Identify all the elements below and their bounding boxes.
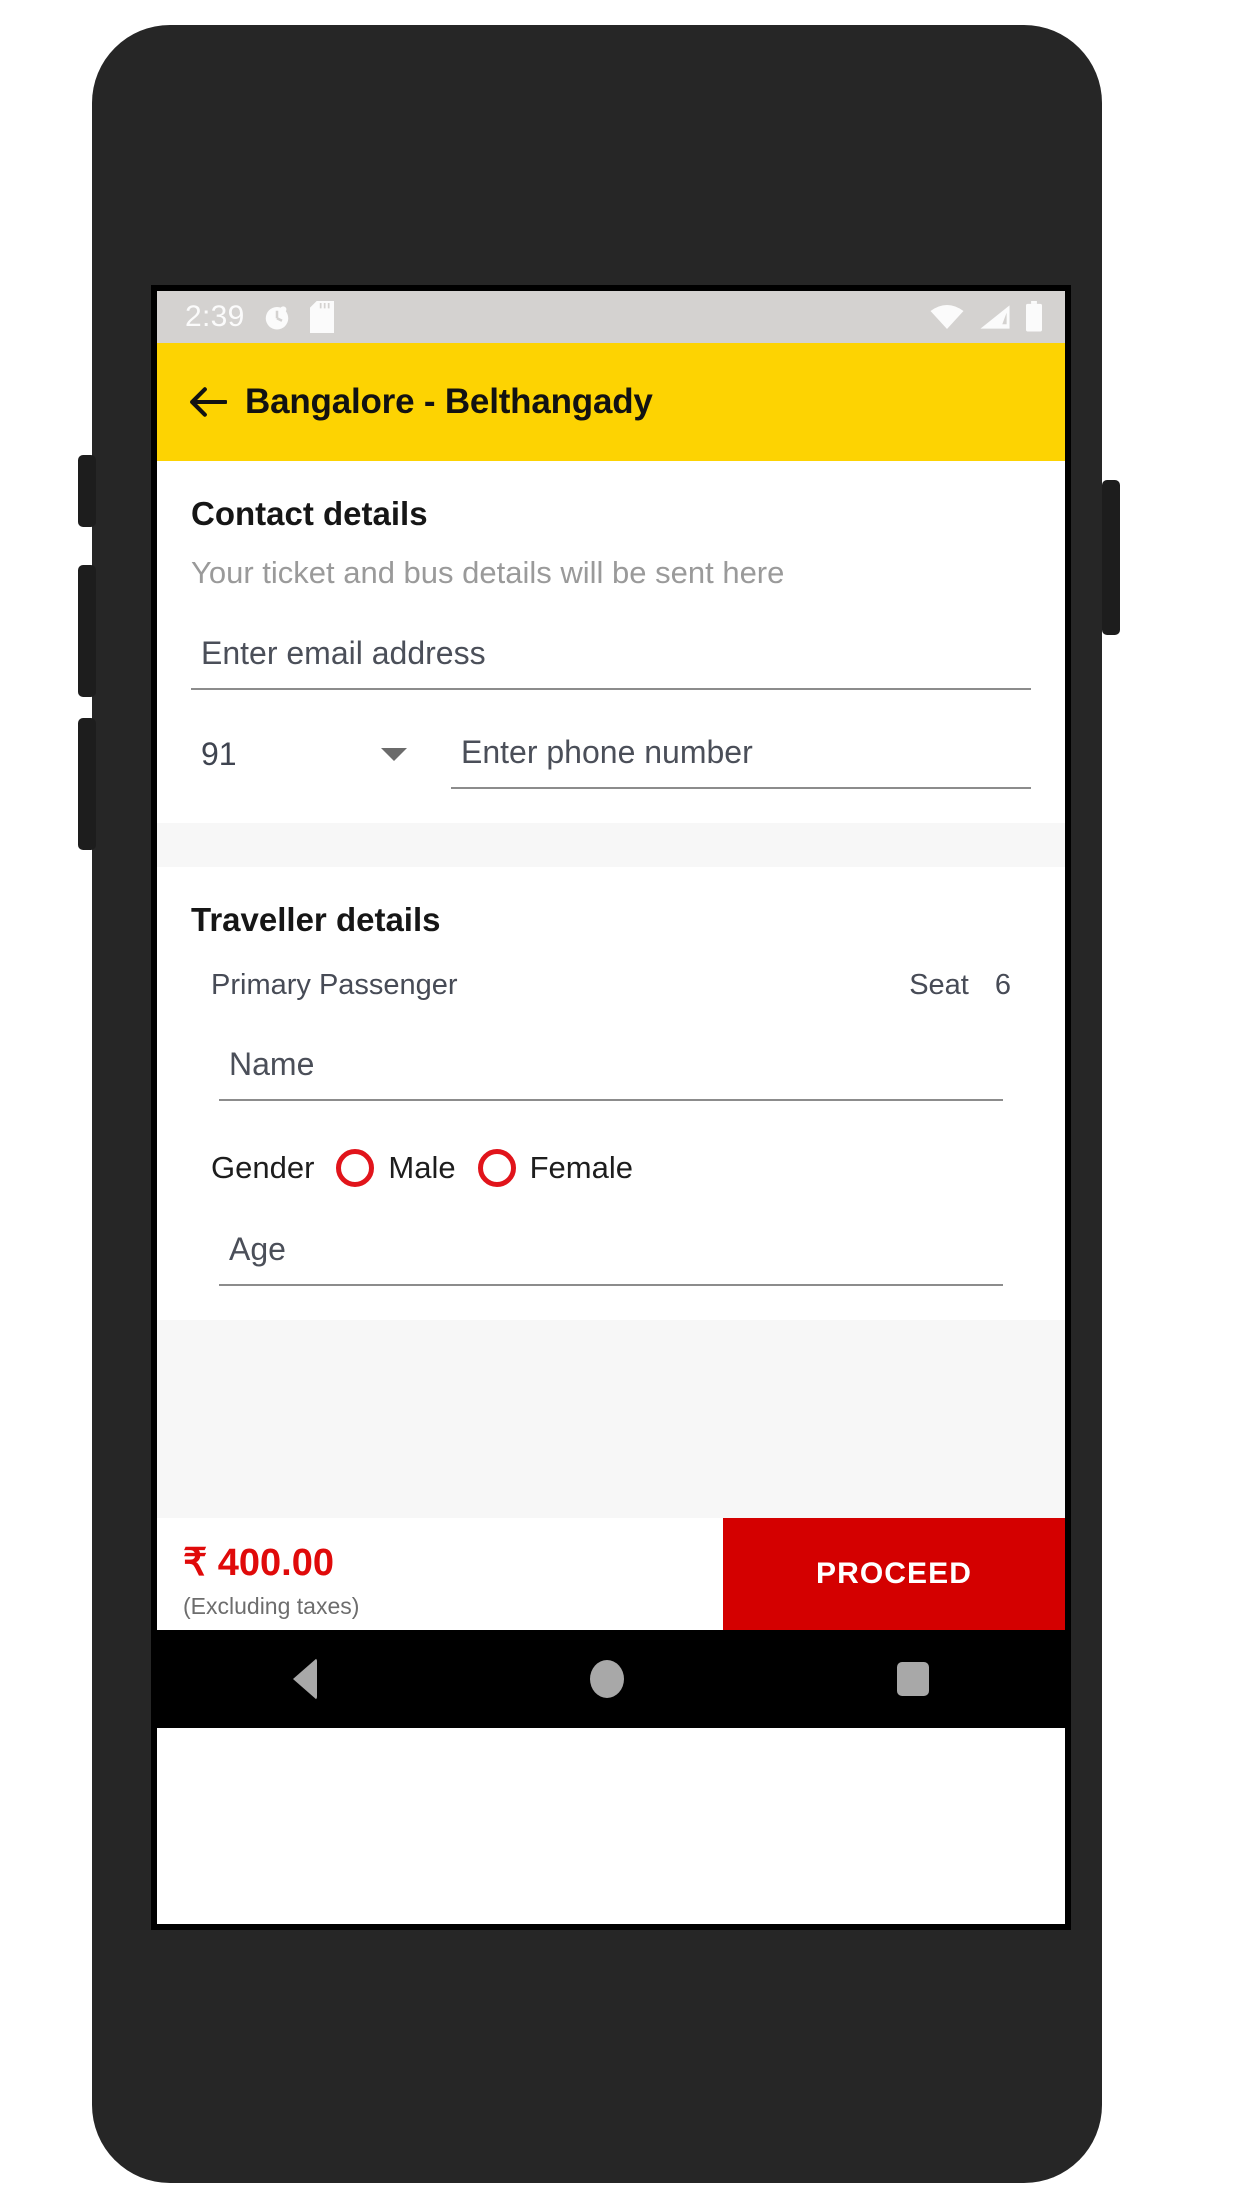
- form-content: Contact details Your ticket and bus deta…: [157, 461, 1065, 1518]
- signal-icon: [979, 303, 1011, 331]
- status-bar: 2:39: [157, 291, 1065, 343]
- battery-icon: [1025, 301, 1043, 333]
- total-price: ₹ 400.00: [183, 1542, 334, 1584]
- contact-details-card: Contact details Your ticket and bus deta…: [157, 461, 1065, 823]
- proceed-button[interactable]: PROCEED: [723, 1518, 1065, 1630]
- seat-label: Seat: [909, 969, 969, 1001]
- sd-card-icon: [309, 301, 335, 333]
- phone-number-field[interactable]: Enter phone number: [451, 734, 1031, 789]
- gender-radio-male[interactable]: [336, 1149, 375, 1187]
- screenshot-root: 2:39 Bangalore - Belthangady Contact det…: [0, 0, 1242, 2208]
- recents-nav-icon[interactable]: [896, 1662, 929, 1696]
- email-field[interactable]: Enter email address: [191, 635, 1031, 690]
- gender-option-female-label[interactable]: Female: [530, 1150, 633, 1186]
- content-spacer: [157, 1320, 1065, 1518]
- bottom-action-bar: ₹ 400.00 (Excluding taxes) PROCEED: [157, 1518, 1065, 1630]
- passenger-age-field[interactable]: Age: [219, 1231, 1003, 1286]
- back-arrow-icon[interactable]: [189, 386, 228, 418]
- phone-side-button[interactable]: [78, 455, 96, 527]
- phone-power-button[interactable]: [1102, 480, 1120, 635]
- primary-passenger-label: Primary Passenger: [211, 969, 458, 1001]
- contact-details-heading: Contact details: [191, 495, 428, 532]
- seat-number: 6: [994, 969, 1011, 1001]
- chevron-down-icon: [381, 748, 407, 761]
- country-code-value: 91: [201, 736, 237, 772]
- status-bar-clock: 2:39: [185, 300, 245, 333]
- gender-label: Gender: [211, 1150, 315, 1185]
- app-bar: Bangalore - Belthangady: [157, 343, 1065, 461]
- alarm-icon: [262, 302, 292, 332]
- section-divider: [157, 823, 1065, 867]
- status-bar-left: 2:39: [185, 300, 335, 334]
- phone-number-placeholder: Enter phone number: [461, 734, 753, 770]
- passenger-age-placeholder: Age: [229, 1231, 286, 1267]
- gender-option-male-label[interactable]: Male: [388, 1150, 455, 1186]
- seat-info: Seat 6: [909, 969, 1011, 1002]
- home-nav-icon[interactable]: [589, 1660, 624, 1698]
- passenger-name-placeholder: Name: [229, 1046, 315, 1082]
- status-bar-right: [929, 301, 1043, 333]
- back-nav-icon[interactable]: [293, 1658, 318, 1700]
- gender-selector: Gender Male Female: [211, 1149, 1031, 1187]
- gender-radio-female[interactable]: [477, 1149, 516, 1187]
- wifi-icon: [929, 303, 965, 331]
- phone-volume-down-button[interactable]: [78, 718, 96, 850]
- price-block: ₹ 400.00 (Excluding taxes): [157, 1518, 359, 1630]
- country-code-select[interactable]: 91: [191, 736, 417, 789]
- price-tax-note: (Excluding taxes): [183, 1593, 360, 1619]
- phone-screen: 2:39 Bangalore - Belthangady Contact det…: [151, 285, 1071, 1930]
- contact-details-subheading: Your ticket and bus details will be sent…: [191, 555, 785, 590]
- phone-row: 91 Enter phone number: [191, 734, 1031, 789]
- traveller-details-card: Traveller details Primary Passenger Seat…: [157, 867, 1065, 1320]
- android-navigation-bar: [157, 1630, 1065, 1728]
- passenger-header-row: Primary Passenger Seat 6: [191, 969, 1031, 1002]
- page-title: Bangalore - Belthangady: [245, 382, 653, 421]
- email-field-placeholder: Enter email address: [201, 635, 486, 671]
- traveller-details-heading: Traveller details: [191, 901, 441, 938]
- passenger-name-field[interactable]: Name: [219, 1046, 1003, 1101]
- phone-volume-up-button[interactable]: [78, 565, 96, 697]
